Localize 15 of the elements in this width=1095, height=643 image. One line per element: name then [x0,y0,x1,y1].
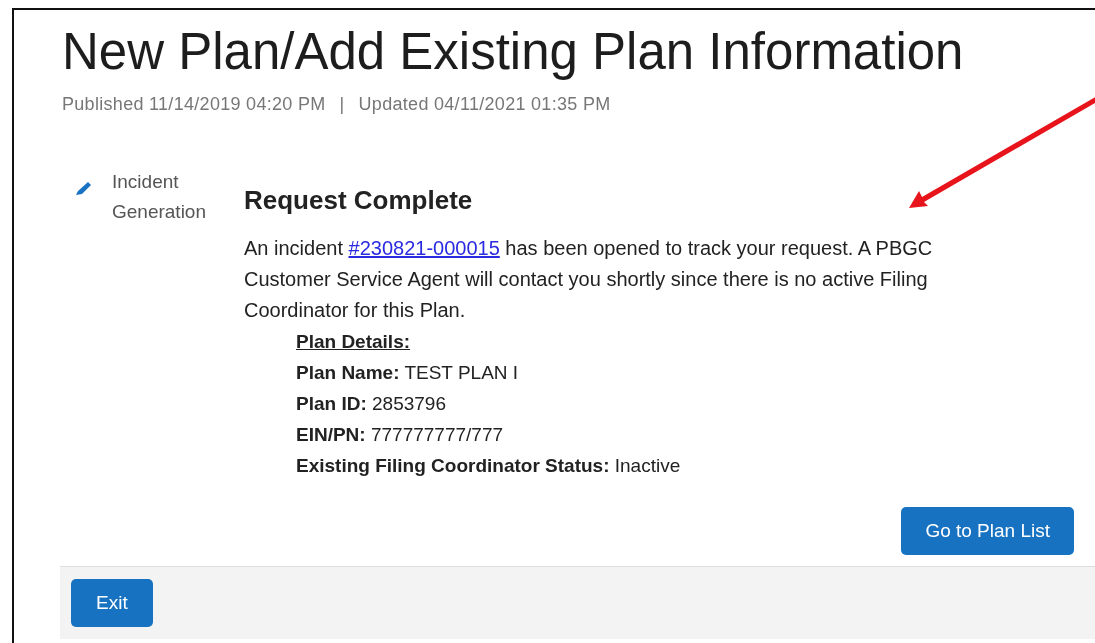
detail-line: Plan Name: TEST PLAN I [296,361,520,385]
updated-date: Updated 04/11/2021 01:35 PM [358,94,611,115]
published-date: Published 11/14/2019 04:20 PM [62,94,326,115]
exit-button[interactable]: Exit [71,579,153,627]
page-title: New Plan/Add Existing Plan Information [61,22,965,80]
confirmation-message: An incident #230821-000015 has been opened to track your request. A PBGC Customer Service Agent will contact you shortly since there is no active Filing Coordinator for this Plan. [244,236,934,323]
details-heading: Plan Details: [296,330,412,354]
detail-line: Plan ID: 2853796 [296,392,447,416]
detail-line: Existing Filing Coordinator Status: Inactive [296,454,682,478]
result-heading: Request Complete [244,184,474,217]
step-label: Incident Generation [112,170,207,224]
detail-line: EIN/PN: 777777777/777 [296,423,505,447]
incident-link[interactable]: #230821-000015 [348,237,500,259]
separator: | [339,94,345,115]
go-to-plan-list-button[interactable]: Go to Plan List [901,507,1074,555]
